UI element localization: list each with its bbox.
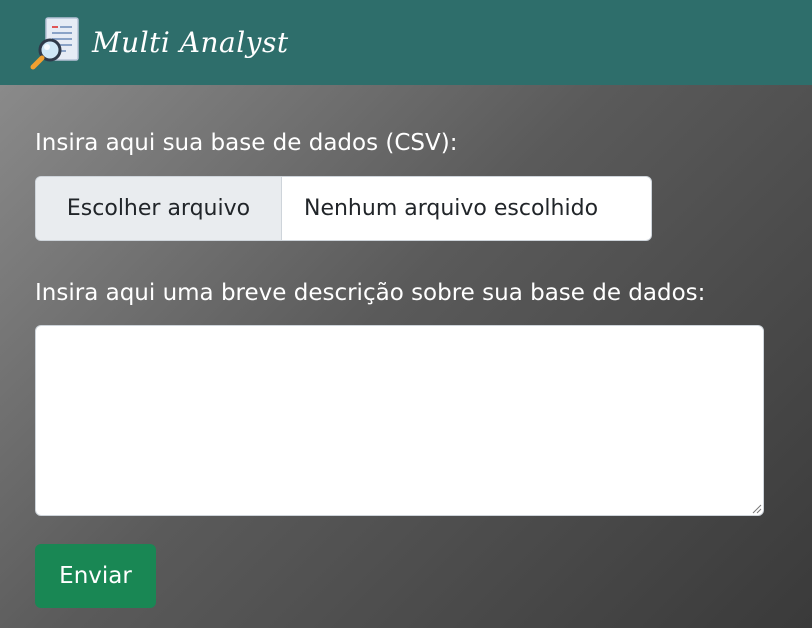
description-label: Insira aqui uma breve descrição sobre su… <box>35 280 706 306</box>
document-magnifier-icon[interactable] <box>30 16 82 70</box>
file-input[interactable]: Escolher arquivo Nenhum arquivo escolhid… <box>35 176 652 241</box>
brand-name[interactable]: Multi Analyst <box>92 26 289 59</box>
submit-button[interactable]: Enviar <box>35 544 156 608</box>
resize-grip-icon[interactable] <box>752 504 762 514</box>
description-textarea[interactable] <box>35 325 764 516</box>
file-status-text: Nenhum arquivo escolhido <box>304 196 599 221</box>
navbar: Multi Analyst <box>0 0 812 85</box>
main-content: Insira aqui sua base de dados (CSV): Esc… <box>0 85 812 628</box>
file-upload-label: Insira aqui sua base de dados (CSV): <box>35 130 458 156</box>
choose-file-button[interactable]: Escolher arquivo <box>36 177 282 240</box>
